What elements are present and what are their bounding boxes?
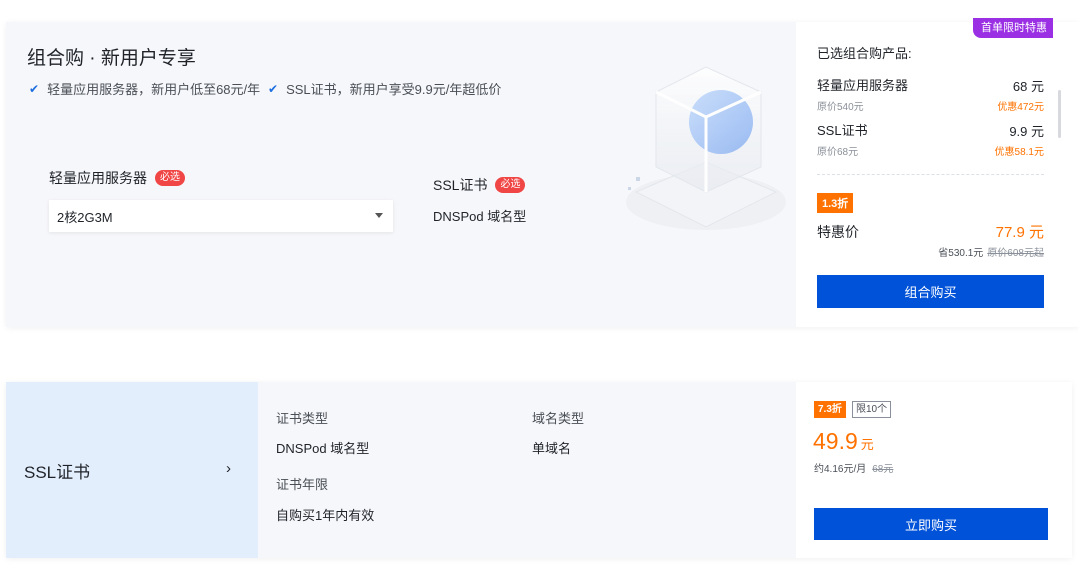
combo-config-panel: 组合购 · 新用户专享 ✔ 轻量应用服务器，新用户低至68元/年 ✔ SSL证书… — [6, 22, 796, 327]
cert-type-value: DNSPod 域名型 — [276, 441, 370, 456]
ssl-price-panel: 7.3折 限10个 49.9 元 约4.16元/月 68元 立即购买 — [796, 382, 1072, 558]
monthly-price: 约4.16元/月 68元 — [814, 460, 893, 475]
server-label: 轻量应用服务器 必选 — [49, 168, 185, 188]
ssl-card-header[interactable]: SSL证书 › — [6, 382, 258, 558]
feature-server: ✔ 轻量应用服务器，新用户低至68元/年 — [29, 79, 260, 98]
cert-term-value: 自购买1年内有效 — [276, 508, 375, 523]
price-number: 49.9 — [813, 428, 858, 454]
summary-item-name: 轻量应用服务器 — [817, 78, 909, 93]
domain-type-value: 单域名 — [532, 441, 572, 456]
feature-text: 轻量应用服务器，新用户低至68元/年 — [47, 82, 261, 97]
price-unit: 元 — [860, 437, 874, 452]
promo-badge: 首单限时特惠 — [973, 18, 1053, 38]
check-icon: ✔ — [29, 81, 40, 96]
divider — [817, 174, 1044, 175]
summary-item-price: 68 元 — [1012, 79, 1044, 94]
saved-amount: 省530.1元 原价608元起 — [938, 244, 1044, 259]
ssl-card-title: SSL证书 — [24, 463, 91, 482]
server-spec-value: 2核2G3M — [57, 209, 113, 225]
feature-text: SSL证书，新用户享受9.9元/年超低价 — [286, 82, 502, 97]
deal-price: 77.9 元 — [995, 224, 1044, 241]
ssl-label-text: SSL证书 — [433, 177, 488, 193]
deal-price-label: 特惠价 — [817, 224, 859, 240]
feature-ssl: ✔ SSL证书，新用户享受9.9元/年超低价 — [268, 79, 501, 98]
cube-illustration-icon — [626, 66, 786, 230]
buy-now-button[interactable]: 立即购买 — [814, 508, 1048, 540]
original-price: 68元 — [872, 464, 894, 475]
combo-title: 组合购 · 新用户专享 — [27, 48, 196, 69]
ssl-product-card: SSL证书 › 证书类型 DNSPod 域名型 域名类型 单域名 证书年限 自购… — [6, 382, 1072, 558]
caret-down-icon — [375, 213, 383, 218]
summary-item-discount: 优惠472元 — [997, 102, 1044, 113]
check-icon: ✔ — [268, 81, 279, 96]
ssl-price: 49.9 元 — [813, 428, 874, 455]
summary-item-discount: 优惠58.1元 — [994, 147, 1044, 158]
summary-item-name: SSL证书 — [817, 123, 868, 138]
required-badge: 必选 — [495, 177, 526, 193]
summary-title: 已选组合购产品: — [817, 46, 912, 61]
discount-rate-badge: 1.3折 — [817, 193, 854, 213]
combo-card: 组合购 · 新用户专享 ✔ 轻量应用服务器，新用户低至68元/年 ✔ SSL证书… — [6, 18, 1079, 327]
summary-item-original: 原价540元 — [817, 102, 864, 113]
original-total: 原价608元起 — [987, 248, 1044, 259]
server-label-text: 轻量应用服务器 — [49, 170, 147, 186]
domain-type-label: 域名类型 — [532, 411, 585, 426]
combo-summary-panel: 首单限时特惠 已选组合购产品: 轻量应用服务器 68 元 原价540元 优惠47… — [796, 18, 1079, 327]
server-spec-select[interactable]: 2核2G3M — [49, 200, 393, 232]
summary-item-original: 原价68元 — [817, 147, 859, 158]
limit-badge: 限10个 — [852, 401, 892, 418]
monthly-text: 约4.16元/月 — [814, 464, 867, 475]
ssl-type-value: DNSPod 域名型 — [433, 209, 527, 224]
chevron-right-icon: › — [226, 460, 231, 477]
cert-term-label: 证书年限 — [276, 477, 329, 492]
saved-text: 省530.1元 — [938, 248, 984, 259]
required-badge: 必选 — [155, 170, 185, 186]
summary-item-price: 9.9 元 — [1009, 124, 1044, 139]
summary-scrollbar[interactable] — [1058, 90, 1061, 138]
discount-rate-badge: 7.3折 — [814, 401, 846, 418]
ssl-label: SSL证书 必选 — [433, 175, 526, 195]
combo-buy-button[interactable]: 组合购买 — [817, 275, 1044, 308]
cert-type-label: 证书类型 — [276, 411, 329, 426]
